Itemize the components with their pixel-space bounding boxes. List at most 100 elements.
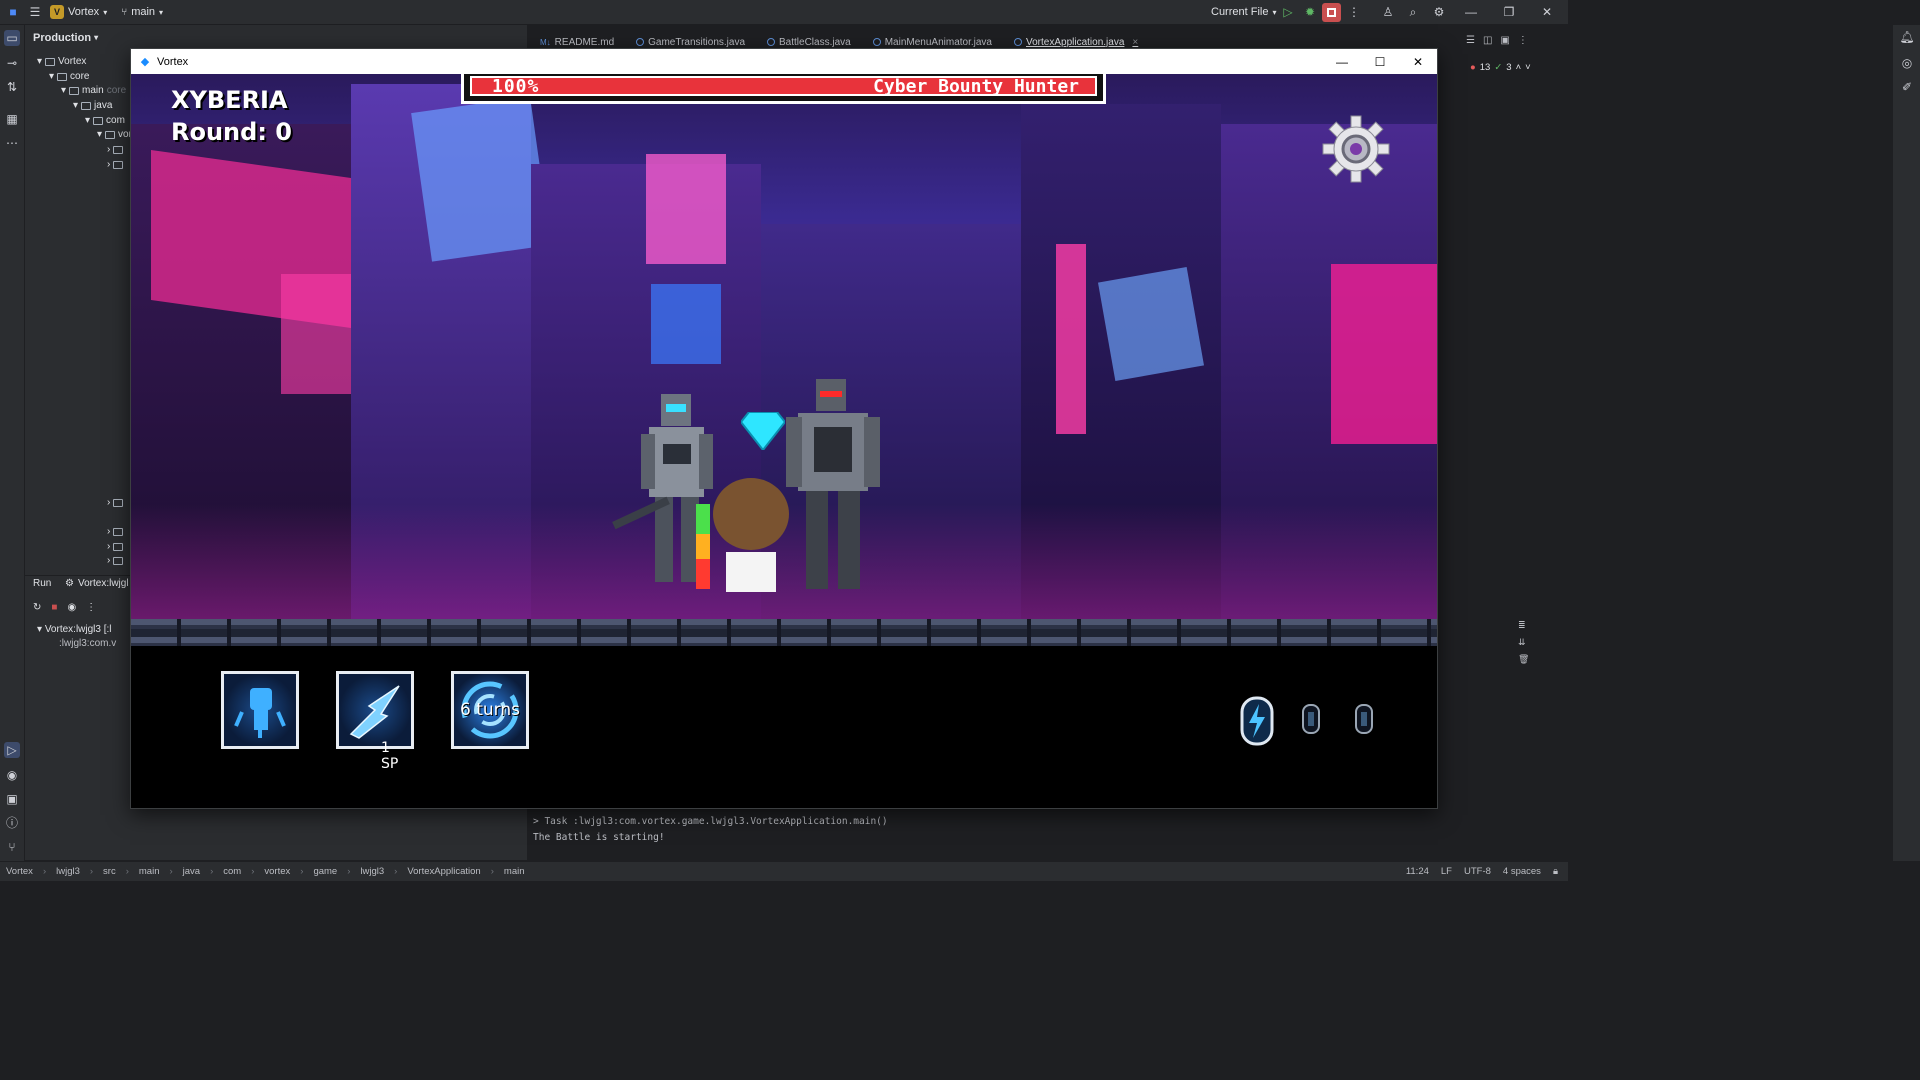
enemy-name: Cyber Bounty Hunter	[873, 76, 1079, 97]
tree-item[interactable]: ▾ vor	[97, 129, 132, 140]
line-ending[interactable]: LF	[1441, 866, 1452, 877]
project-selector[interactable]: V Vortex ▾	[50, 5, 107, 19]
ai-assistant-icon[interactable]: ◎	[1899, 55, 1915, 71]
neon-sign	[1331, 264, 1437, 444]
coverage-icon[interactable]: ✐	[1899, 79, 1915, 95]
chevron-up-icon[interactable]: ˄	[1516, 62, 1522, 73]
fist-icon	[234, 688, 286, 738]
maximize-icon[interactable]: ☐	[1361, 49, 1399, 74]
split-icon[interactable]: ◫	[1483, 35, 1492, 46]
right-tool-strip: 🔔︎ ◎ ✐	[1892, 25, 1920, 861]
close-icon[interactable]: ✕	[1536, 1, 1558, 23]
terminal-icon[interactable]: ▣	[4, 791, 20, 807]
tree-item[interactable]: ▾ com	[85, 115, 125, 126]
more-tools-icon[interactable]: ⋯	[4, 135, 20, 151]
game-window: ◆ Vortex — ☐ ✕ 100% Cyber Bounty Hunter …	[130, 48, 1438, 809]
warning-icon: ✓	[1494, 62, 1503, 73]
close-tab-icon[interactable]: ×	[1132, 37, 1138, 48]
minimize-icon[interactable]: —	[1460, 1, 1482, 23]
breadcrumb-item[interactable]: Vortex	[6, 866, 33, 877]
rerun-icon[interactable]: ↻	[33, 602, 41, 613]
skill-bar: 1 SP 6 turns	[131, 646, 1437, 808]
tree-item[interactable]: ▾ java	[73, 100, 112, 111]
debug-icon[interactable]: ✹	[1299, 1, 1321, 23]
more-actions-icon[interactable]: ⋮	[1343, 1, 1365, 23]
vortex-logo-icon: ◆	[140, 55, 150, 68]
minimize-icon[interactable]: —	[1323, 49, 1361, 74]
branch-selector[interactable]: ⑂ main ▾	[121, 6, 163, 18]
run-tool-icon[interactable]: ▷	[4, 742, 20, 758]
run-tab[interactable]: Run	[33, 578, 51, 589]
more-icon[interactable]: ⋮	[1518, 35, 1528, 46]
tree-item[interactable]: ›	[107, 541, 124, 552]
trash-icon[interactable]: 🗑︎	[1518, 654, 1529, 665]
breadcrumb-item[interactable]: lwjgl3	[360, 866, 384, 877]
settings-gear-icon[interactable]	[1321, 114, 1391, 184]
energy-charge-filled-icon	[1240, 696, 1274, 746]
close-icon[interactable]: ✕	[1399, 49, 1437, 74]
markdown-icon: M↓	[540, 37, 551, 47]
commit-icon[interactable]: ⊸	[4, 55, 20, 71]
neon-sign	[1098, 266, 1204, 382]
tree-item[interactable]: ›	[107, 555, 124, 566]
tree-item[interactable]: ›	[107, 159, 124, 170]
breadcrumb-item[interactable]: src	[103, 866, 116, 877]
run-config-selector[interactable]: Current File ▾	[1211, 6, 1276, 18]
eye-icon[interactable]: ◉	[67, 602, 76, 613]
run-config-label: Current File	[1211, 6, 1269, 18]
tree-item[interactable]: ›	[107, 497, 124, 508]
scroll-end-icon[interactable]: ⇊	[1518, 637, 1529, 648]
list-icon[interactable]: ☰	[1466, 35, 1475, 46]
branch-icon: ⑂	[121, 6, 128, 18]
skill-lightning-strike-button[interactable]: 1 SP	[336, 671, 414, 772]
stop-icon[interactable]: ■	[51, 602, 57, 613]
tree-item[interactable]: ›	[107, 144, 124, 155]
run-config-tab[interactable]: ⚙ Vortex:lwjgl	[65, 578, 129, 589]
inspections-widget[interactable]: ● 13 ✓ 3 ˄ ˅	[1470, 62, 1531, 73]
breadcrumb-item[interactable]: main	[504, 866, 525, 877]
stop-button[interactable]	[1322, 3, 1341, 22]
lock-icon[interactable]: 🔒︎	[1553, 866, 1558, 877]
game-window-title: Vortex	[157, 55, 189, 68]
add-user-icon[interactable]: ♙	[1377, 1, 1399, 23]
run-icon[interactable]: ▷	[1277, 1, 1299, 23]
main-menu-icon[interactable]: ☰	[24, 1, 46, 23]
run-tree-item[interactable]: :lwjgl3:com.v	[59, 638, 116, 649]
breadcrumb-item[interactable]: com	[223, 866, 241, 877]
preview-icon[interactable]: ▣	[1500, 35, 1509, 46]
search-icon[interactable]: ⌕	[1402, 1, 1424, 23]
project-folder-icon[interactable]: ▭	[4, 30, 20, 46]
tree-item[interactable]: ▾ Vortex	[37, 56, 86, 67]
breadcrumb-item[interactable]: java	[183, 866, 200, 877]
settings-gear-icon[interactable]: ⚙	[1428, 1, 1450, 23]
restore-icon[interactable]: ❐	[1498, 1, 1520, 23]
enemy-bounty-hunter-sprite	[786, 379, 880, 589]
tree-item[interactable]: ▾ main core	[61, 85, 126, 96]
services-icon[interactable]: ◉	[4, 767, 20, 783]
skill-punch-button[interactable]	[221, 671, 299, 749]
breadcrumb-item[interactable]: main	[139, 866, 160, 877]
game-window-titlebar[interactable]: ◆ Vortex — ☐ ✕	[131, 49, 1437, 74]
run-tree-item[interactable]: ▾ Vortex:lwjgl3 [:l	[37, 624, 112, 635]
more-icon[interactable]: ⋮	[86, 602, 96, 613]
tree-item[interactable]: ›	[107, 526, 124, 537]
file-encoding[interactable]: UTF-8	[1464, 866, 1491, 877]
skill-vortex-button[interactable]: 6 turns	[451, 671, 529, 749]
git-icon[interactable]: ⑂	[4, 839, 20, 855]
structure-icon[interactable]: ▦	[4, 111, 20, 127]
pull-request-icon[interactable]: ⇅	[4, 79, 20, 95]
breadcrumb-item[interactable]: VortexApplication	[407, 866, 480, 877]
caret-position[interactable]: 11:24	[1406, 866, 1429, 877]
chevron-down-icon[interactable]: ˅	[1525, 62, 1531, 73]
neon-sign	[1056, 244, 1086, 434]
breadcrumb-item[interactable]: lwjgl3	[56, 866, 80, 877]
indent-setting[interactable]: 4 spaces	[1503, 866, 1541, 877]
notifications-icon[interactable]: 🔔︎	[1899, 29, 1915, 45]
folder-icon	[57, 72, 68, 81]
tree-item[interactable]: ▾ core	[49, 71, 89, 82]
problems-icon[interactable]: ⓘ	[4, 815, 20, 831]
wrap-icon[interactable]: ≣	[1518, 620, 1529, 631]
breadcrumb-item[interactable]: vortex	[264, 866, 290, 877]
project-pane-header[interactable]: Production ▾	[25, 25, 527, 50]
breadcrumb-item[interactable]: game	[313, 866, 337, 877]
